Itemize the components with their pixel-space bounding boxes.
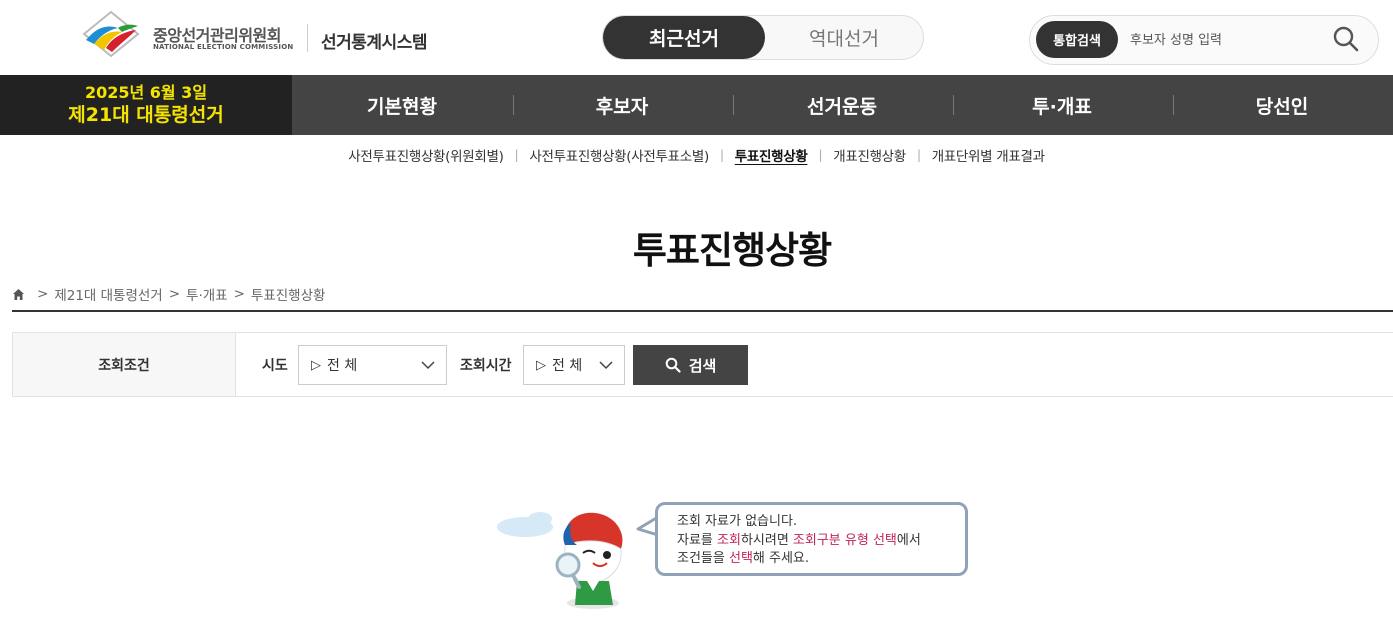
highlight-query: 조회 bbox=[717, 532, 741, 548]
triangle-right-icon: ▷ bbox=[311, 357, 321, 373]
election-date: 2025년 6월 3일 bbox=[84, 83, 208, 102]
highlight-select: 선택 bbox=[728, 551, 753, 566]
nav-campaign[interactable]: 선거운동 bbox=[732, 75, 952, 135]
main-nav: 2025년 6월 3일 제21대 대통령선거 기본현황 후보자 선거운동 투·개… bbox=[0, 75, 1393, 135]
chevron-down-icon bbox=[421, 361, 435, 370]
breadcrumb: > 제21대 대통령선거 > 투·개표 > 투표진행상황 bbox=[12, 284, 325, 304]
subnav-separator: | bbox=[719, 148, 724, 162]
sido-select[interactable]: ▷ 전 체 bbox=[298, 345, 447, 385]
page-title: 투표진행상황 bbox=[632, 229, 832, 272]
search-button-label: 검색 bbox=[688, 356, 717, 375]
highlight-condition-type: 조회구분 유형 선택 bbox=[792, 532, 897, 548]
empty-message-line2: 자료를 조회하시려면 조회구분 유형 선택에서 bbox=[677, 532, 921, 548]
subnav-counting-progress[interactable]: 개표진행상황 bbox=[833, 145, 906, 165]
candidate-search-input[interactable] bbox=[1130, 25, 1320, 55]
toggle-past-elections[interactable]: 역대선거 bbox=[765, 16, 923, 59]
nav-voting-counting[interactable]: 투·개표 bbox=[952, 75, 1172, 135]
search-conditions: 조회조건 시도 ▷ 전 체 조회시간 ▷ 전 체 검색 bbox=[12, 332, 1393, 397]
header: 중앙선거관리위원회 NATIONAL ELECTION COMMISSION 선… bbox=[0, 0, 1393, 75]
integrated-search-tag: 통합검색 bbox=[1036, 21, 1118, 58]
breadcrumb-voting-counting[interactable]: 투·개표 bbox=[186, 284, 228, 304]
subnav-separator: | bbox=[818, 148, 823, 162]
chevron-down-icon bbox=[599, 361, 613, 370]
org-name-en: NATIONAL ELECTION COMMISSION bbox=[153, 43, 294, 51]
empty-message-line1: 조회 자료가 없습니다. bbox=[677, 514, 798, 529]
search-icon bbox=[1333, 26, 1359, 51]
nav-winners[interactable]: 당선인 bbox=[1172, 75, 1392, 135]
conditions-label: 조회조건 bbox=[13, 333, 236, 396]
conditions-search-button[interactable]: 검색 bbox=[633, 345, 748, 385]
nec-logo-icon[interactable] bbox=[76, 10, 146, 58]
logo-divider bbox=[307, 24, 308, 52]
sido-label: 시도 bbox=[262, 358, 288, 374]
integrated-search: 통합검색 bbox=[1029, 15, 1379, 65]
nav-candidates[interactable]: 후보자 bbox=[512, 75, 732, 135]
subnav-counting-results[interactable]: 개표단위별 개표결과 bbox=[932, 145, 1045, 165]
sub-nav: 사전투표진행상황(위원회별) | 사전투표진행상황(사전투표소별) | 투표진행… bbox=[0, 135, 1393, 175]
breadcrumb-current: 투표진행상황 bbox=[250, 288, 326, 304]
breadcrumb-divider bbox=[12, 310, 1393, 312]
triangle-right-icon: ▷ bbox=[536, 357, 546, 373]
subnav-separator: | bbox=[916, 148, 921, 162]
toggle-recent-election[interactable]: 최근선거 bbox=[603, 16, 765, 59]
election-badge[interactable]: 2025년 6월 3일 제21대 대통령선거 bbox=[0, 75, 292, 135]
subnav-early-voting-committee[interactable]: 사전투표진행상황(위원회별) bbox=[348, 145, 504, 165]
time-selected-value: 전 체 bbox=[552, 358, 583, 374]
time-select[interactable]: ▷ 전 체 bbox=[523, 345, 625, 385]
nav-basic-status[interactable]: 기본현황 bbox=[292, 75, 512, 135]
search-icon bbox=[665, 357, 681, 373]
search-button[interactable] bbox=[1328, 22, 1364, 58]
system-name[interactable]: 선거통계시스템 bbox=[321, 28, 427, 53]
empty-state-message: 조회 자료가 없습니다. 자료를 조회하시려면 조회구분 유형 선택에서 조건들… bbox=[655, 502, 968, 576]
sido-selected-value: 전 체 bbox=[327, 358, 358, 374]
subnav-voting-progress[interactable]: 투표진행상황 bbox=[735, 145, 808, 165]
election-name: 제21대 대통령선거 bbox=[68, 104, 224, 126]
election-toggle: 최근선거 역대선거 bbox=[602, 15, 924, 60]
subnav-separator: | bbox=[514, 148, 519, 162]
home-icon[interactable] bbox=[12, 288, 25, 301]
subnav-early-voting-station[interactable]: 사전투표진행상황(사전투표소별) bbox=[529, 145, 709, 165]
empty-message-line3: 조건들을 선택해 주세요. bbox=[677, 551, 810, 566]
mascot-icon bbox=[497, 512, 623, 609]
breadcrumb-election[interactable]: 제21대 대통령선거 bbox=[54, 284, 162, 304]
time-label: 조회시간 bbox=[460, 358, 512, 374]
